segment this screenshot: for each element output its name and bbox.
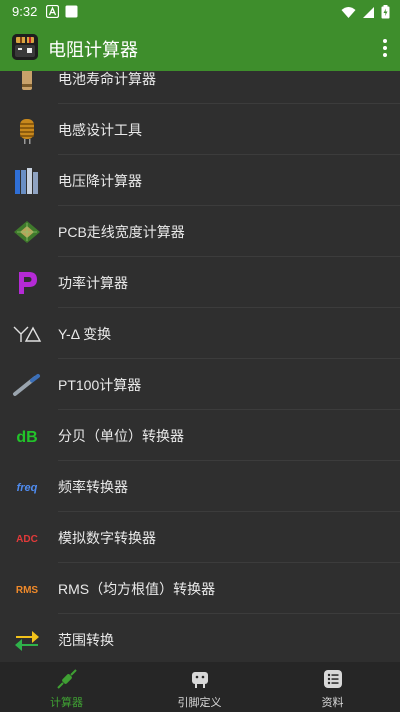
freq-icon: freq — [17, 482, 38, 494]
svg-text:RMS: RMS — [16, 585, 39, 596]
svg-text:dB: dB — [16, 429, 37, 446]
status-bar: 9:32 — [0, 0, 400, 24]
battery-icon — [22, 71, 32, 90]
list-item[interactable]: ADC 模拟数字转换器 — [0, 512, 400, 563]
y-delta-icon — [13, 326, 42, 342]
bottom-navigation: 计算器 引脚定义 资料 — [0, 662, 400, 712]
notification-a-icon — [46, 5, 59, 18]
list-item-label: 功率计算器 — [58, 275, 128, 291]
nav-tab-label: 资料 — [321, 697, 344, 709]
battery-charging-icon — [381, 5, 390, 19]
app-title: 电阻计算器 — [48, 40, 138, 60]
wifi-icon — [341, 6, 356, 18]
pcb-icon — [14, 221, 40, 243]
rms-icon: RMS — [16, 585, 39, 596]
db-icon: dB — [16, 429, 37, 446]
svg-text:ADC: ADC — [16, 534, 38, 545]
list-item-label: PCB走线宽度计算器 — [58, 224, 185, 240]
nav-tab-label: 计算器 — [50, 697, 83, 709]
list-item[interactable]: 电压降计算器 — [0, 155, 400, 206]
nav-tab-calculator[interactable]: 计算器 — [0, 662, 133, 712]
notification-square-icon — [65, 5, 78, 18]
list-item[interactable]: 功率计算器 — [0, 257, 400, 308]
list-item[interactable]: freq 频率转换器 — [0, 461, 400, 512]
list-item-label: 范围转换 — [58, 632, 114, 648]
adc-icon: ADC — [16, 534, 38, 545]
nav-tab-resources[interactable]: 资料 — [266, 662, 399, 712]
voltage-drop-icon — [15, 168, 38, 194]
list-item[interactable]: RMS RMS（均方根值）转换器 — [0, 563, 400, 614]
list-item[interactable]: 电感设计工具 — [0, 104, 400, 155]
list-item-label: 电压降计算器 — [58, 173, 142, 189]
list-icon — [324, 670, 342, 688]
resistor-icon — [57, 669, 77, 689]
list-item[interactable]: PCB走线宽度计算器 — [0, 206, 400, 257]
list-item-label: PT100计算器 — [58, 377, 142, 393]
list-item[interactable]: 范围转换 — [0, 614, 400, 662]
list-item-label: 分贝（单位）转换器 — [58, 428, 184, 444]
list-item-label: 频率转换器 — [58, 479, 128, 495]
list-item[interactable]: PT100计算器 — [0, 359, 400, 410]
inductor-icon — [20, 119, 34, 144]
list-item[interactable]: 电池寿命计算器 — [0, 71, 400, 104]
calculator-list[interactable]: 电池寿命计算器 电感设计工具 电压降计算器 PCB走线宽度计算器 功率计算器 Y… — [0, 71, 400, 662]
list-item[interactable]: Y-Δ 变换 — [0, 308, 400, 359]
list-item-label: 模拟数字转换器 — [58, 530, 156, 546]
nav-tab-pinout[interactable]: 引脚定义 — [133, 662, 266, 712]
connector-icon — [192, 672, 208, 688]
nav-tab-label: 引脚定义 — [177, 697, 222, 709]
list-item-label: Y-Δ 变换 — [58, 326, 112, 342]
overflow-menu-icon[interactable] — [382, 38, 388, 58]
svg-text:freq: freq — [17, 482, 38, 494]
signal-icon — [363, 6, 374, 18]
power-p-icon — [19, 272, 37, 294]
app-logo-icon — [12, 34, 38, 60]
pt100-probe-icon — [13, 374, 40, 396]
list-item[interactable]: dB 分贝（单位）转换器 — [0, 410, 400, 461]
app-bar: 电阻计算器 — [0, 24, 400, 71]
range-arrows-icon — [15, 631, 39, 651]
status-time: 9:32 — [12, 4, 38, 19]
list-item-label: 电池寿命计算器 — [58, 71, 156, 87]
list-item-label: 电感设计工具 — [58, 122, 142, 138]
list-item-label: RMS（均方根值）转换器 — [58, 581, 216, 597]
